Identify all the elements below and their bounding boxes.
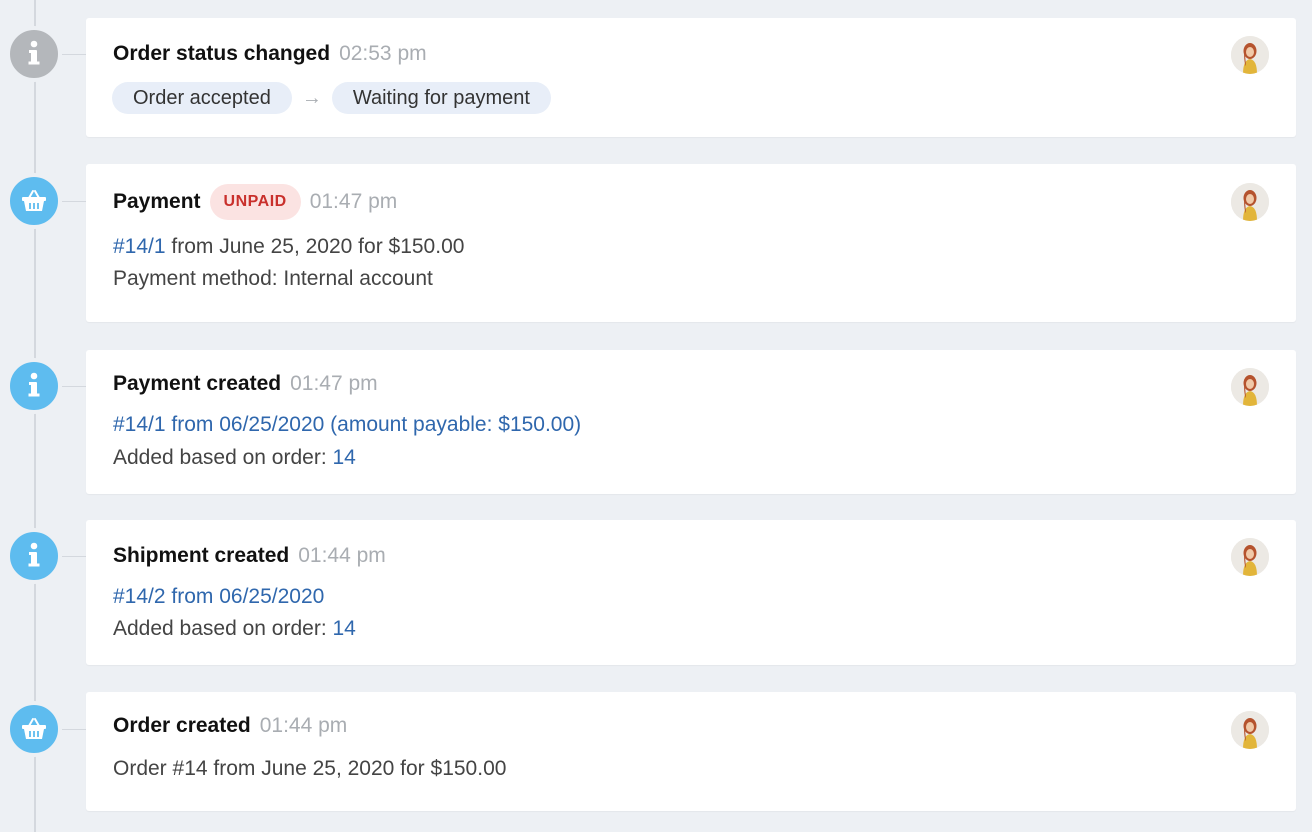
event-time: 02:53 pm bbox=[339, 42, 427, 65]
event-header: Shipment created 01:44 pm bbox=[113, 542, 386, 570]
event-title: Shipment created bbox=[113, 544, 290, 567]
timeline-connector bbox=[62, 54, 86, 55]
payment-method-text: Payment method: Internal account bbox=[113, 267, 433, 290]
event-card: Shipment created 01:44 pm #14/2 from 06/… bbox=[86, 520, 1296, 665]
status-from-chip: Order accepted bbox=[112, 82, 292, 114]
event-title: Payment created bbox=[113, 372, 282, 395]
info-icon bbox=[6, 528, 62, 584]
based-on-label: Added based on order: bbox=[113, 446, 333, 469]
payment-doc-details: from June 25, 2020 for $150.00 bbox=[165, 235, 465, 258]
basket-icon bbox=[6, 173, 62, 229]
event-card: Order status changed 02:53 pm Order acce… bbox=[86, 18, 1296, 137]
info-icon bbox=[6, 26, 62, 82]
avatar[interactable] bbox=[1231, 183, 1269, 221]
event-card: Order created 01:44 pm Order #14 from Ju… bbox=[86, 692, 1296, 811]
based-on-line: Added based on order: 14 bbox=[113, 446, 356, 470]
order-summary-text: Order #14 from June 25, 2020 for $150.00 bbox=[113, 757, 507, 780]
event-title: Payment bbox=[113, 190, 201, 213]
event-card: Payment UNPAID 01:47 pm #14/1 from June … bbox=[86, 164, 1296, 322]
event-header: Payment UNPAID 01:47 pm bbox=[113, 184, 397, 220]
avatar[interactable] bbox=[1231, 368, 1269, 406]
event-title: Order status changed bbox=[113, 42, 331, 65]
order-link[interactable]: 14 bbox=[333, 446, 356, 469]
based-on-line: Added based on order: 14 bbox=[113, 617, 356, 641]
basket-icon bbox=[6, 701, 62, 757]
event-time: 01:47 pm bbox=[290, 372, 378, 395]
event-title: Order created bbox=[113, 714, 251, 737]
event-time: 01:44 pm bbox=[298, 544, 386, 567]
avatar[interactable] bbox=[1231, 538, 1269, 576]
timeline-connector bbox=[62, 386, 86, 387]
event-time: 01:47 pm bbox=[309, 190, 398, 213]
arrow-right-icon: → bbox=[301, 86, 322, 109]
event-header: Payment created 01:47 pm bbox=[113, 370, 378, 398]
event-header: Order status changed 02:53 pm bbox=[113, 40, 427, 68]
based-on-label: Added based on order: bbox=[113, 617, 333, 640]
event-card: Payment created 01:47 pm #14/1 from 06/2… bbox=[86, 350, 1296, 494]
status-change: Order accepted → Waiting for payment bbox=[112, 82, 551, 114]
timeline-connector bbox=[62, 556, 86, 557]
payment-doc-line: #14/1 from June 25, 2020 for $150.00 bbox=[113, 235, 464, 259]
payment-doc-link[interactable]: #14/1 from 06/25/2020 (amount payable: $… bbox=[113, 413, 581, 437]
shipment-doc-link[interactable]: #14/2 from 06/25/2020 bbox=[113, 585, 324, 609]
unpaid-badge: UNPAID bbox=[209, 184, 301, 220]
info-icon bbox=[6, 358, 62, 414]
avatar[interactable] bbox=[1231, 36, 1269, 74]
status-to-chip: Waiting for payment bbox=[331, 82, 551, 114]
timeline-connector bbox=[62, 729, 86, 730]
payment-doc-link[interactable]: #14/1 bbox=[113, 235, 166, 258]
avatar[interactable] bbox=[1231, 711, 1269, 749]
timeline-connector bbox=[62, 201, 86, 202]
event-time: 01:44 pm bbox=[259, 714, 348, 737]
order-link[interactable]: 14 bbox=[333, 617, 356, 640]
activity-timeline: Order status changed 02:53 pm Order acce… bbox=[0, 0, 1312, 832]
event-header: Order created 01:44 pm bbox=[113, 712, 347, 740]
